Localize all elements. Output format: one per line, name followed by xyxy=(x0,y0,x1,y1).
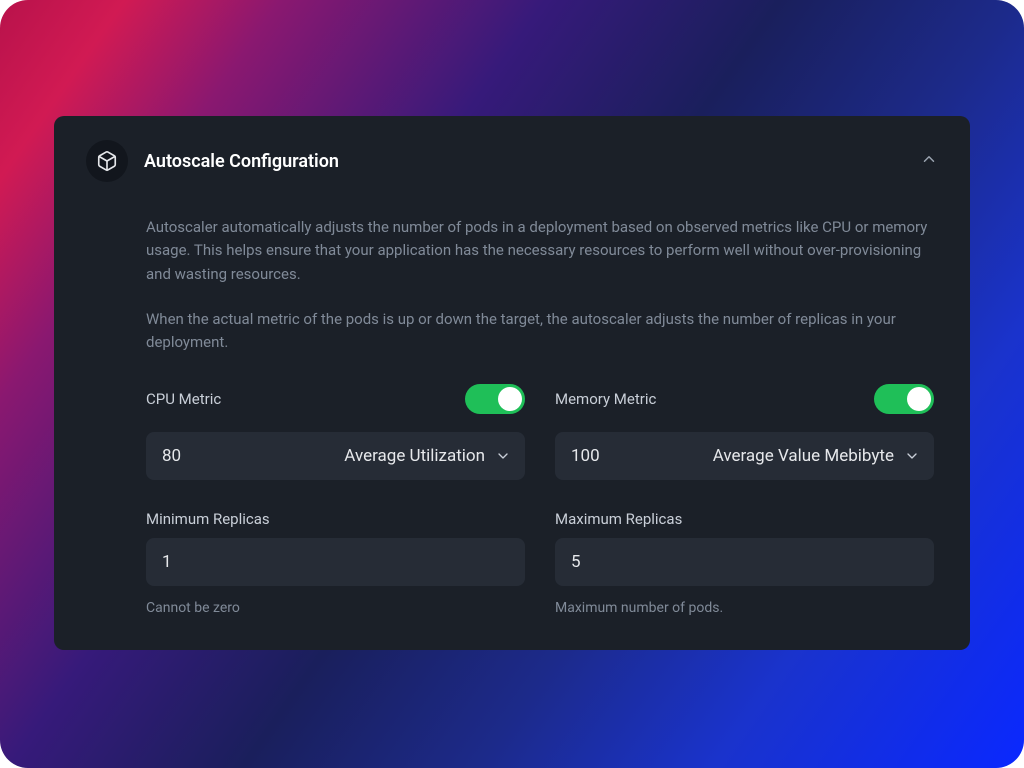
panel-body: Autoscaler automatically adjusts the num… xyxy=(86,182,938,616)
cpu-metric-toggle[interactable] xyxy=(465,384,525,414)
max-replicas-input[interactable]: 5 xyxy=(555,538,934,586)
memory-metric-header: Memory Metric xyxy=(555,384,934,414)
min-replicas-label: Minimum Replicas xyxy=(146,510,525,528)
chevron-down-icon xyxy=(495,448,511,464)
memory-value-input[interactable]: 100 xyxy=(555,446,635,466)
min-replicas-block: Minimum Replicas 1 Cannot be zero xyxy=(146,510,525,616)
description-1: Autoscaler automatically adjusts the num… xyxy=(146,216,934,286)
autoscale-panel: Autoscale Configuration Autoscaler autom… xyxy=(54,116,970,650)
memory-mode-select[interactable]: Average Value Mebibyte xyxy=(635,446,934,466)
memory-metric-toggle[interactable] xyxy=(874,384,934,414)
memory-mode-label: Average Value Mebibyte xyxy=(713,446,894,466)
max-replicas-label: Maximum Replicas xyxy=(555,510,934,528)
metric-grid: CPU Metric 80 Average Utilization xyxy=(146,384,934,480)
panel-header: Autoscale Configuration xyxy=(86,140,938,182)
memory-metric-label: Memory Metric xyxy=(555,390,656,408)
cpu-metric-header: CPU Metric xyxy=(146,384,525,414)
chevron-up-icon xyxy=(920,150,938,168)
min-replicas-help: Cannot be zero xyxy=(146,600,525,616)
panel-title: Autoscale Configuration xyxy=(144,151,904,172)
chevron-down-icon xyxy=(904,448,920,464)
box-icon xyxy=(86,140,128,182)
cpu-metric-block: CPU Metric 80 Average Utilization xyxy=(146,384,525,480)
page-background: Autoscale Configuration Autoscaler autom… xyxy=(0,0,1024,768)
cpu-metric-label: CPU Metric xyxy=(146,390,221,408)
toggle-knob xyxy=(907,387,931,411)
max-replicas-block: Maximum Replicas 5 Maximum number of pod… xyxy=(555,510,934,616)
memory-metric-block: Memory Metric 100 Average Value Mebibyte xyxy=(555,384,934,480)
replica-grid: Minimum Replicas 1 Cannot be zero Maximu… xyxy=(146,510,934,616)
cpu-mode-label: Average Utilization xyxy=(344,446,485,466)
collapse-button[interactable] xyxy=(920,150,938,172)
min-replicas-input[interactable]: 1 xyxy=(146,538,525,586)
memory-metric-input-row: 100 Average Value Mebibyte xyxy=(555,432,934,480)
cpu-value-input[interactable]: 80 xyxy=(146,446,226,466)
cpu-mode-select[interactable]: Average Utilization xyxy=(226,446,525,466)
description-2: When the actual metric of the pods is up… xyxy=(146,308,934,355)
toggle-knob xyxy=(498,387,522,411)
cpu-metric-input-row: 80 Average Utilization xyxy=(146,432,525,480)
max-replicas-help: Maximum number of pods. xyxy=(555,600,934,616)
